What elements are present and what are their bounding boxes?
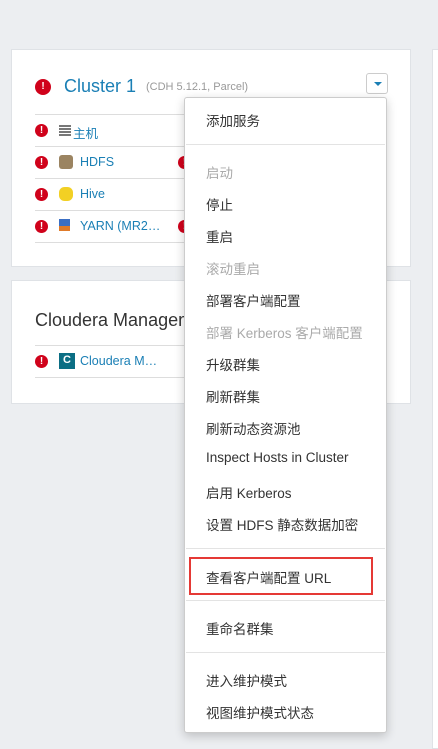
cluster-actions-dropdown-button[interactable] — [366, 73, 388, 94]
divider — [186, 548, 385, 549]
menu-item-restart[interactable]: 重启 — [206, 226, 233, 246]
menu-item-rolling-restart: 滚动重启 — [206, 262, 260, 277]
menu-item-deploy-kerberos-config: 部署 Kerberos 客户端配置 — [206, 326, 363, 341]
menu-item-rename-cluster[interactable]: 重命名群集 — [206, 618, 274, 638]
cluster-version: (CDH 5.12.1, Parcel) — [146, 81, 249, 93]
error-icon: ! — [35, 156, 48, 169]
yarn-icon — [59, 219, 70, 231]
divider — [186, 144, 385, 145]
service-link[interactable]: Cloudera M… — [80, 354, 157, 368]
service-link[interactable]: 主机 — [73, 123, 98, 142]
error-icon: ! — [35, 188, 48, 201]
hdfs-icon — [59, 155, 73, 169]
menu-item-deploy-client-config[interactable]: 部署客户端配置 — [206, 290, 301, 310]
adjacent-card — [432, 49, 438, 749]
error-icon: ! — [35, 124, 48, 137]
error-icon: ! — [35, 79, 51, 95]
hive-icon — [59, 187, 73, 201]
divider — [186, 652, 385, 653]
cluster-actions-menu: 添加服务 启动 停止 重启 滚动重启 部署客户端配置 部署 Kerberos 客… — [184, 97, 387, 733]
menu-item-enable-kerberos[interactable]: 启用 Kerberos — [206, 482, 292, 502]
error-icon: ! — [35, 355, 48, 368]
cloudera-icon: C — [59, 353, 75, 369]
menu-item-view-client-config-urls[interactable]: 查看客户端配置 URL — [206, 567, 331, 587]
menu-item-hdfs-encryption[interactable]: 设置 HDFS 静态数据加密 — [206, 514, 358, 534]
error-icon: ! — [35, 220, 48, 233]
menu-item-inspect-hosts[interactable]: Inspect Hosts in Cluster — [206, 450, 349, 465]
cm-title: Cloudera Managem — [35, 310, 194, 330]
menu-item-stop[interactable]: 停止 — [206, 194, 233, 214]
hosts-icon — [59, 125, 71, 136]
service-link[interactable]: YARN (MR2… — [80, 219, 160, 233]
menu-item-add-service[interactable]: 添加服务 — [206, 110, 260, 130]
menu-item-upgrade-cluster[interactable]: 升级群集 — [206, 354, 260, 374]
menu-item-start: 启动 — [206, 166, 233, 181]
menu-item-refresh-pools[interactable]: 刷新动态资源池 — [206, 418, 301, 438]
divider — [186, 600, 385, 601]
menu-item-refresh-cluster[interactable]: 刷新群集 — [206, 386, 260, 406]
menu-item-view-maintenance-status[interactable]: 视图维护模式状态 — [206, 702, 314, 722]
cluster-name-link[interactable]: Cluster 1 — [64, 76, 136, 97]
menu-item-enter-maintenance[interactable]: 进入维护模式 — [206, 670, 287, 690]
service-link[interactable]: HDFS — [80, 155, 114, 169]
service-link[interactable]: Hive — [80, 187, 105, 201]
